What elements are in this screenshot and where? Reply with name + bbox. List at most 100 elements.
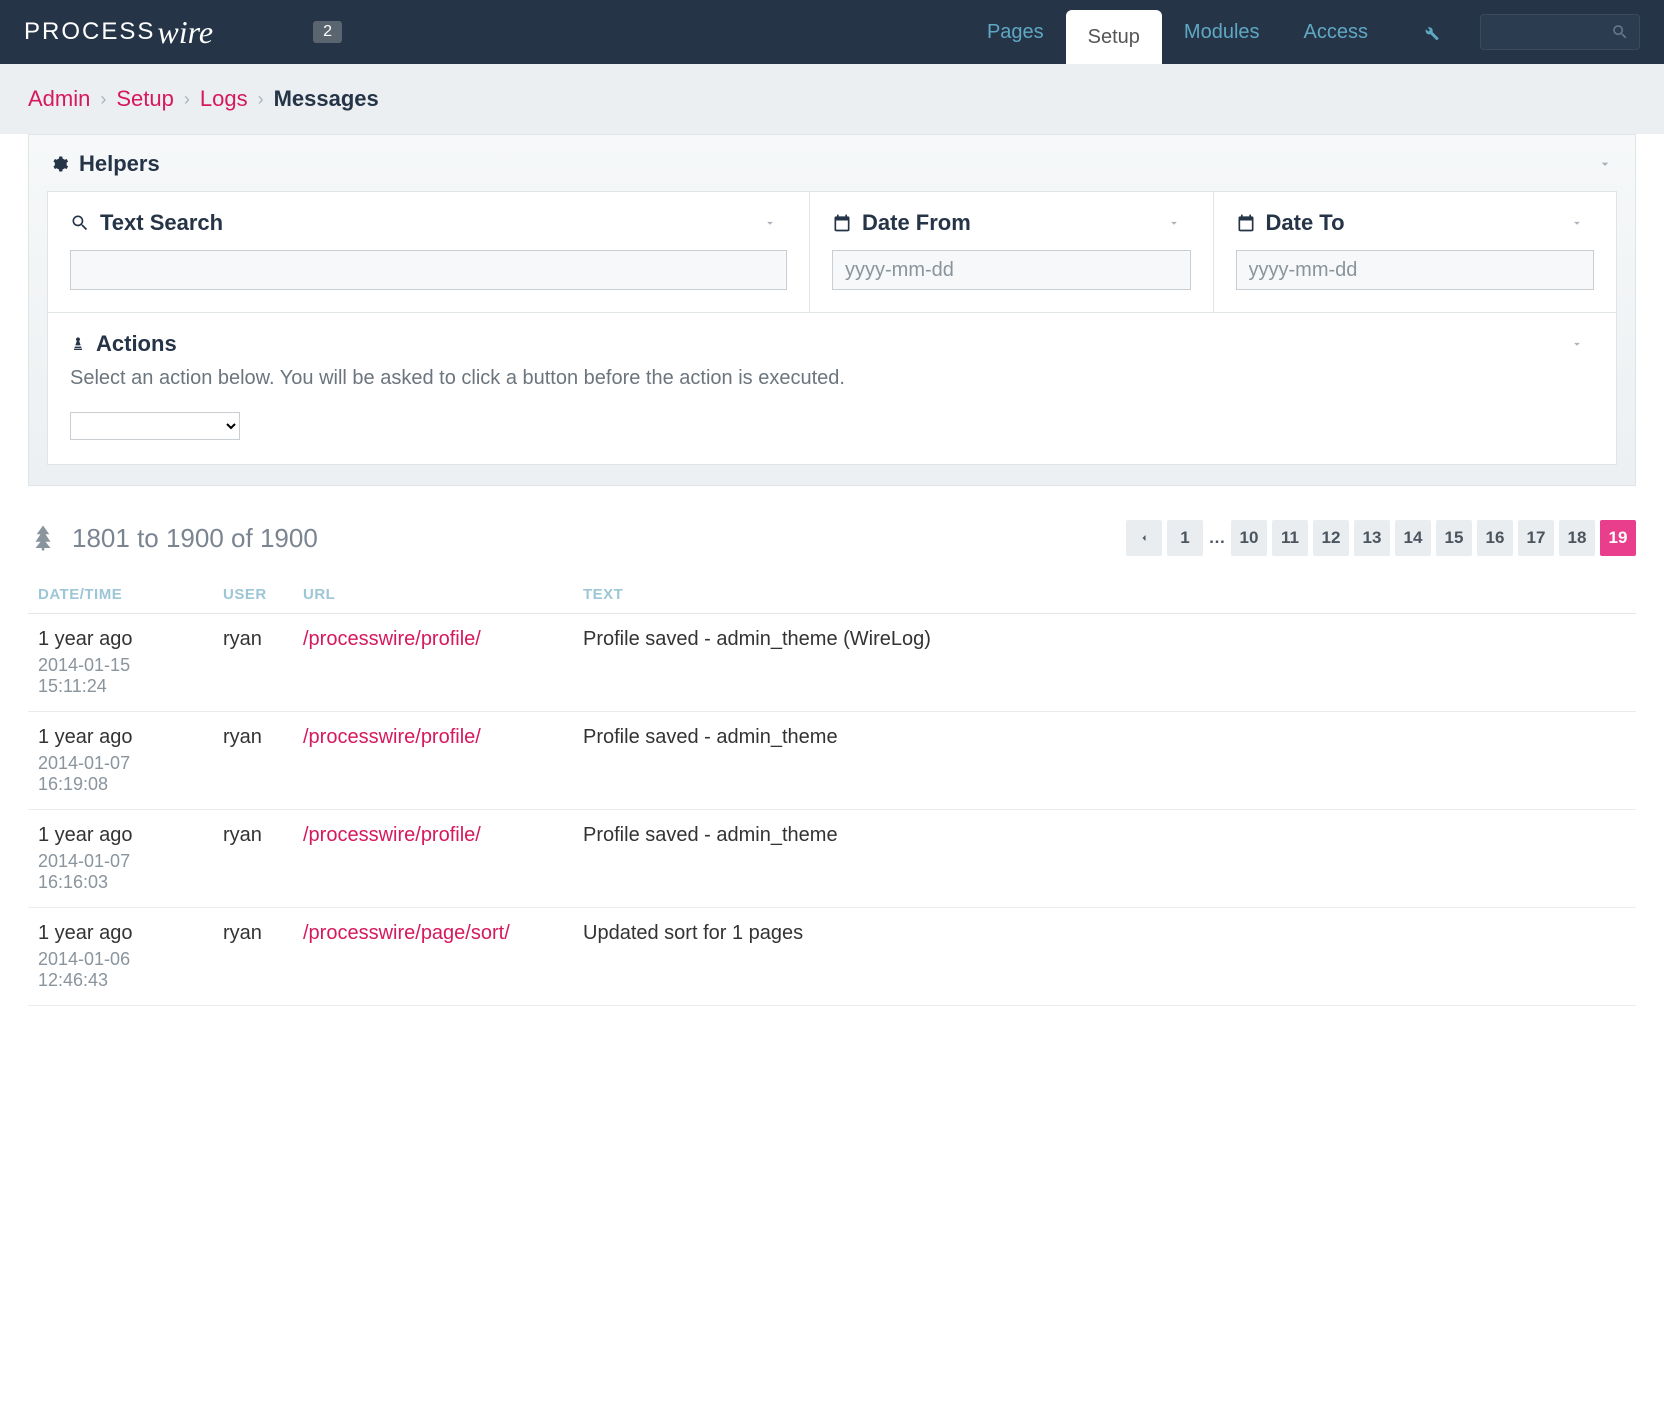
cell-text: Updated sort for 1 pages [573,908,1636,1006]
log-url-link[interactable]: /processwire/profile/ [303,628,481,650]
cell-url: /processwire/profile/ [293,712,573,810]
date-from-header[interactable]: Date From [832,210,1191,236]
page-10[interactable]: 10 [1231,520,1267,556]
page-12[interactable]: 12 [1313,520,1349,556]
chevron-down-icon [1570,337,1584,351]
helpers-panel: Helpers Text Search Date From Date To [28,134,1636,486]
calendar-icon [832,213,852,233]
pagination-row: 1801 to 1900 of 1900 1 … 101112131415161… [0,510,1664,574]
date-to-filter: Date To [1214,192,1617,312]
cell-text: Profile saved - admin_theme (WireLog) [573,614,1636,712]
result-count: 1801 to 1900 of 1900 [72,523,318,554]
actions-title: Actions [96,331,177,357]
helpers-header[interactable]: Helpers [29,135,1635,191]
chevron-down-icon [763,216,777,230]
topbar: PROCESSwire 2 Pages Setup Modules Access [0,0,1664,64]
date-from-filter: Date From [810,192,1214,312]
date-to-header[interactable]: Date To [1236,210,1595,236]
table-row: 1 year ago2014-01-15 15:11:24ryan/proces… [28,614,1636,712]
brand-part2: wire [157,14,213,51]
nav-pages[interactable]: Pages [965,0,1066,64]
log-url-link[interactable]: /processwire/profile/ [303,726,481,748]
chess-piece-icon [70,334,86,354]
th-text[interactable]: TEXT [573,574,1636,614]
crumb-setup[interactable]: Setup [116,86,174,112]
log-url-link[interactable]: /processwire/page/sort/ [303,922,510,944]
table-row: 1 year ago2014-01-07 16:16:03ryan/proces… [28,810,1636,908]
nav-setup[interactable]: Setup [1066,10,1162,64]
nav-access[interactable]: Access [1282,0,1390,64]
search-icon [1611,23,1629,41]
chevron-right-icon: › [258,89,264,110]
brand-logo[interactable]: PROCESSwire [24,0,213,64]
gear-icon [51,155,69,173]
text-search-label: Text Search [100,210,223,236]
calendar-icon [1236,213,1256,233]
cell-datetime: 1 year ago2014-01-07 16:19:08 [28,712,213,810]
breadcrumb-bar: Admin › Setup › Logs › Messages [0,64,1664,134]
search-wrap [1480,0,1640,64]
page-17[interactable]: 17 [1518,520,1554,556]
date-from-label: Date From [862,210,971,236]
log-url-link[interactable]: /processwire/profile/ [303,824,481,846]
page-prev[interactable] [1126,520,1162,556]
date-to-input[interactable] [1236,250,1595,290]
cell-user: ryan [213,712,293,810]
tree-icon [28,523,58,553]
notification-badge[interactable]: 2 [313,21,342,43]
page-14[interactable]: 14 [1395,520,1431,556]
date-to-label: Date To [1266,210,1345,236]
chevron-down-icon [1597,156,1613,172]
main-nav: Pages Setup Modules Access [965,0,1462,64]
page-16[interactable]: 16 [1477,520,1513,556]
page-11[interactable]: 11 [1272,520,1308,556]
page-19[interactable]: 19 [1600,520,1636,556]
cell-datetime: 1 year ago2014-01-06 12:46:43 [28,908,213,1006]
text-search-header[interactable]: Text Search [70,210,787,236]
crumb-admin[interactable]: Admin [28,86,90,112]
cell-text: Profile saved - admin_theme [573,810,1636,908]
date-from-input[interactable] [832,250,1191,290]
page-15[interactable]: 15 [1436,520,1472,556]
cell-datetime: 1 year ago2014-01-15 15:11:24 [28,614,213,712]
cell-url: /processwire/page/sort/ [293,908,573,1006]
cell-datetime: 1 year ago2014-01-07 16:16:03 [28,810,213,908]
search-icon [70,213,90,233]
log-table: DATE/TIME USER URL TEXT 1 year ago2014-0… [28,574,1636,1006]
th-url[interactable]: URL [293,574,573,614]
table-row: 1 year ago2014-01-07 16:19:08ryan/proces… [28,712,1636,810]
actions-section: Actions Select an action below. You will… [47,313,1617,465]
th-datetime[interactable]: DATE/TIME [28,574,213,614]
wrench-icon [1420,22,1440,42]
breadcrumb: Admin › Setup › Logs › Messages [28,86,1636,112]
cell-text: Profile saved - admin_theme [573,712,1636,810]
page-18[interactable]: 18 [1559,520,1595,556]
nav-modules[interactable]: Modules [1162,0,1282,64]
page-1[interactable]: 1 [1167,520,1203,556]
chevron-down-icon [1570,216,1584,230]
actions-description: Select an action below. You will be aske… [70,367,1594,390]
page-13[interactable]: 13 [1354,520,1390,556]
helpers-title: Helpers [79,151,160,177]
chevron-right-icon: › [184,89,190,110]
cell-url: /processwire/profile/ [293,614,573,712]
cell-user: ryan [213,810,293,908]
search-input[interactable] [1480,14,1640,50]
chevron-left-icon [1138,532,1150,544]
page-ellipsis: … [1208,520,1226,556]
crumb-logs[interactable]: Logs [200,86,248,112]
text-search-input[interactable] [70,250,787,290]
chevron-down-icon [1167,216,1181,230]
filter-row: Text Search Date From Date To [47,191,1617,313]
pagination: 1 … 10111213141516171819 [1126,520,1636,556]
table-row: 1 year ago2014-01-06 12:46:43ryan/proces… [28,908,1636,1006]
cell-url: /processwire/profile/ [293,810,573,908]
th-user[interactable]: USER [213,574,293,614]
text-search-filter: Text Search [48,192,810,312]
actions-header[interactable]: Actions [70,331,1594,357]
cell-user: ryan [213,614,293,712]
actions-select[interactable] [70,412,240,440]
chevron-right-icon: › [100,89,106,110]
crumb-current: Messages [274,86,379,112]
nav-tools[interactable] [1390,0,1462,64]
